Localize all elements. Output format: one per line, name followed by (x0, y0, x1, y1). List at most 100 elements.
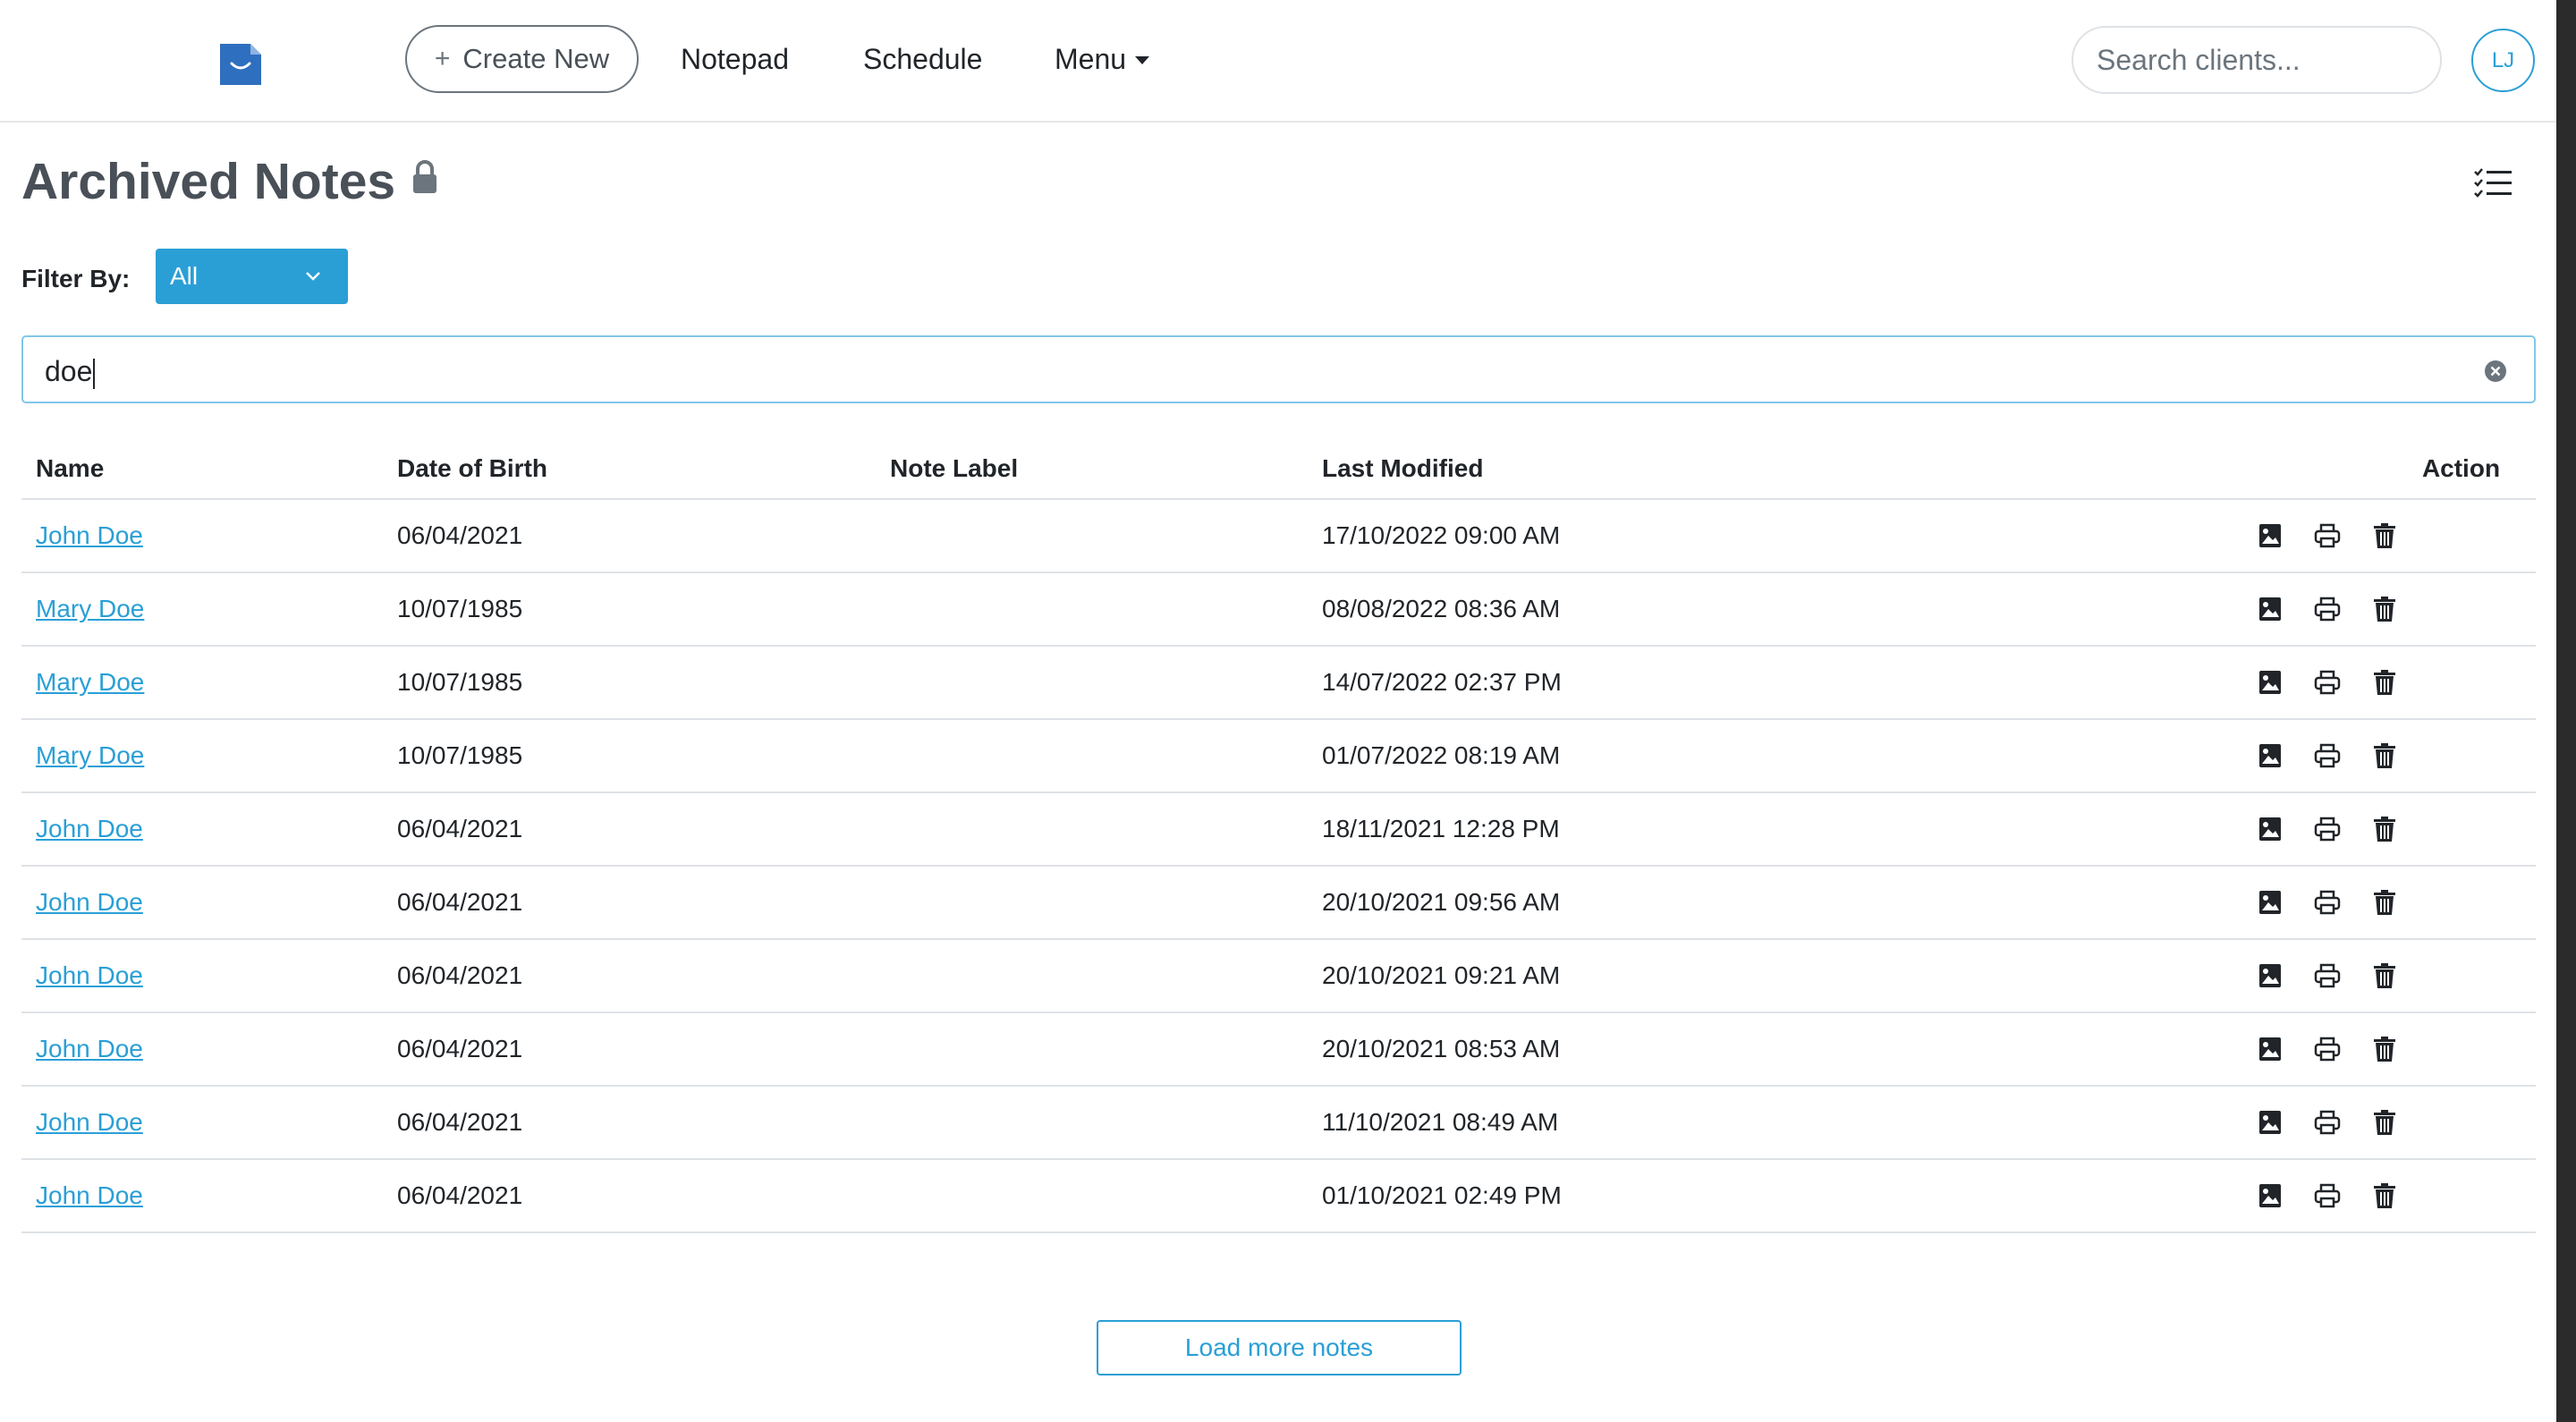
header-dob[interactable]: Date of Birth (397, 438, 890, 500)
delete-button[interactable] (2370, 888, 2399, 917)
notes-search-input[interactable]: doe (21, 335, 2536, 403)
cell-dob: 06/04/2021 (397, 1159, 890, 1233)
client-name-link[interactable]: John Doe (36, 1108, 143, 1136)
cell-name: John Doe (21, 499, 397, 573)
view-image-button[interactable] (2256, 1181, 2284, 1210)
cell-name: John Doe (21, 792, 397, 867)
client-name-link[interactable]: Mary Doe (36, 668, 144, 696)
image-icon (2256, 521, 2284, 550)
cell-name: Mary Doe (21, 646, 397, 720)
page-title: Archived Notes (21, 152, 438, 211)
print-button[interactable] (2313, 521, 2342, 550)
nav-notepad-link[interactable]: Notepad (681, 43, 789, 76)
cell-actions (2216, 719, 2536, 793)
print-button[interactable] (2313, 961, 2342, 990)
checklist-icon[interactable] (2473, 166, 2512, 199)
user-avatar[interactable]: LJ (2471, 29, 2535, 92)
view-image-button[interactable] (2256, 521, 2284, 550)
window-edge (2556, 0, 2576, 1422)
nav-menu-label: Menu (1055, 43, 1127, 75)
delete-button[interactable] (2370, 1108, 2399, 1137)
cell-last-modified: 01/07/2022 08:19 AM (1322, 719, 2216, 793)
page-title-text: Archived Notes (21, 153, 396, 210)
cell-name: Mary Doe (21, 572, 397, 647)
client-name-link[interactable]: John Doe (36, 1181, 143, 1209)
delete-button[interactable] (2370, 521, 2399, 550)
cell-dob: 06/04/2021 (397, 1012, 890, 1087)
create-new-button[interactable]: + Create New (405, 25, 639, 93)
header-action: Action (2216, 438, 2536, 500)
print-button[interactable] (2313, 741, 2342, 770)
cell-actions (2216, 1012, 2536, 1087)
row-actions (2216, 1181, 2536, 1210)
nav-schedule-link[interactable]: Schedule (863, 43, 982, 76)
row-actions (2216, 741, 2536, 770)
view-image-button[interactable] (2256, 961, 2284, 990)
view-image-button[interactable] (2256, 741, 2284, 770)
trash-icon (2370, 521, 2399, 550)
view-image-button[interactable] (2256, 888, 2284, 917)
view-image-button[interactable] (2256, 815, 2284, 843)
client-name-link[interactable]: John Doe (36, 888, 143, 916)
app-logo-icon[interactable] (218, 42, 263, 87)
delete-button[interactable] (2370, 1035, 2399, 1063)
clear-circle-icon[interactable] (2484, 360, 2507, 383)
printer-icon (2313, 961, 2342, 990)
delete-button[interactable] (2370, 595, 2399, 623)
cell-actions (2216, 1086, 2536, 1160)
cell-actions (2216, 1159, 2536, 1233)
cell-actions (2216, 792, 2536, 867)
client-name-link[interactable]: John Doe (36, 521, 143, 549)
print-button[interactable] (2313, 595, 2342, 623)
header-name[interactable]: Name (21, 438, 397, 500)
table-row: Mary Doe 10/07/1985 14/07/2022 02:37 PM (21, 646, 2536, 720)
image-icon (2256, 815, 2284, 843)
client-name-link[interactable]: John Doe (36, 815, 143, 842)
cell-dob: 10/07/1985 (397, 646, 890, 720)
row-actions (2216, 668, 2536, 697)
delete-button[interactable] (2370, 961, 2399, 990)
header-note-label[interactable]: Note Label (890, 438, 1322, 500)
row-actions (2216, 1108, 2536, 1137)
nav-menu-dropdown[interactable]: Menu (1055, 43, 1150, 76)
cell-dob: 06/04/2021 (397, 1086, 890, 1160)
printer-icon (2313, 521, 2342, 550)
image-icon (2256, 1035, 2284, 1063)
client-name-link[interactable]: Mary Doe (36, 741, 144, 769)
cell-name: John Doe (21, 939, 397, 1013)
avatar-initials: LJ (2491, 47, 2515, 72)
trash-icon (2370, 1035, 2399, 1063)
trash-icon (2370, 815, 2399, 843)
cell-name: Mary Doe (21, 719, 397, 793)
image-icon (2256, 1181, 2284, 1210)
delete-button[interactable] (2370, 815, 2399, 843)
client-name-link[interactable]: Mary Doe (36, 595, 144, 622)
delete-button[interactable] (2370, 668, 2399, 697)
table-row: John Doe 06/04/2021 18/11/2021 12:28 PM (21, 792, 2536, 867)
trash-icon (2370, 1108, 2399, 1137)
view-image-button[interactable] (2256, 668, 2284, 697)
client-name-link[interactable]: John Doe (36, 1035, 143, 1062)
print-button[interactable] (2313, 1108, 2342, 1137)
trash-icon (2370, 1181, 2399, 1210)
print-button[interactable] (2313, 668, 2342, 697)
print-button[interactable] (2313, 815, 2342, 843)
cell-note-label (890, 939, 1322, 1013)
cell-last-modified: 20/10/2021 08:53 AM (1322, 1012, 2216, 1087)
view-image-button[interactable] (2256, 1108, 2284, 1137)
delete-button[interactable] (2370, 741, 2399, 770)
header-last-modified[interactable]: Last Modified (1322, 438, 2216, 500)
printer-icon (2313, 1035, 2342, 1063)
delete-button[interactable] (2370, 1181, 2399, 1210)
print-button[interactable] (2313, 888, 2342, 917)
filter-select[interactable]: All (156, 249, 348, 304)
cell-last-modified: 17/10/2022 09:00 AM (1322, 499, 2216, 573)
view-image-button[interactable] (2256, 1035, 2284, 1063)
view-image-button[interactable] (2256, 595, 2284, 623)
print-button[interactable] (2313, 1181, 2342, 1210)
load-more-button[interactable]: Load more notes (1097, 1320, 1462, 1375)
row-actions (2216, 595, 2536, 623)
client-search-input[interactable] (2072, 26, 2442, 94)
client-name-link[interactable]: John Doe (36, 961, 143, 989)
print-button[interactable] (2313, 1035, 2342, 1063)
